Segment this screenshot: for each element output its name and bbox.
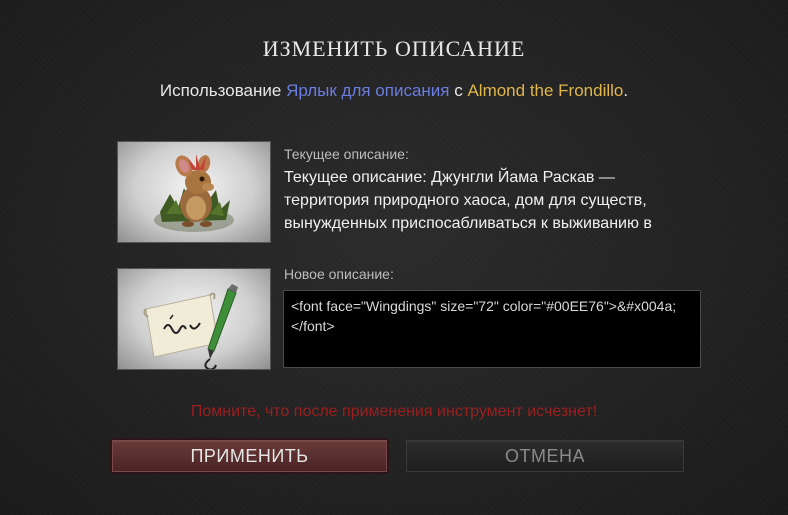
warning-message: Помните, что после применения инструмент…	[190, 403, 598, 420]
usage-prefix: Использование	[159, 81, 287, 100]
new-description-label: Новое описание:	[284, 266, 394, 282]
cancel-button[interactable]: ОТМЕНА	[406, 440, 684, 472]
creature-thumbnail	[117, 141, 271, 243]
hero-name: Almond the Frondillo	[467, 81, 624, 100]
background-texture	[0, 0, 788, 515]
description-tag-scroll-brush-icon	[143, 284, 238, 369]
current-description-label: Текущее описание:	[284, 146, 409, 162]
tool-thumbnail	[117, 268, 271, 370]
new-description-input[interactable]: <font face="Wingdings" size="72" color="…	[283, 290, 701, 368]
dialog-title: ИЗМЕНИТЬ ОПИСАНИЕ	[262, 36, 526, 61]
usage-suffix: .	[623, 81, 629, 100]
almond-the-frondillo-icon	[154, 154, 234, 232]
tool-name: Ярлык для описания	[286, 81, 450, 100]
usage-middle: с	[449, 81, 468, 100]
current-description-text: Текущее описание: Джунгли Йама Раскав — …	[284, 169, 652, 232]
edit-description-dialog: ИЗМЕНИТЬ ОПИСАНИЕ Использование Ярлык дл…	[0, 0, 788, 515]
usage-line: Использование Ярлык для описания с Almon…	[0, 81, 788, 101]
apply-button[interactable]: ПРИМЕНИТЬ	[112, 440, 387, 472]
